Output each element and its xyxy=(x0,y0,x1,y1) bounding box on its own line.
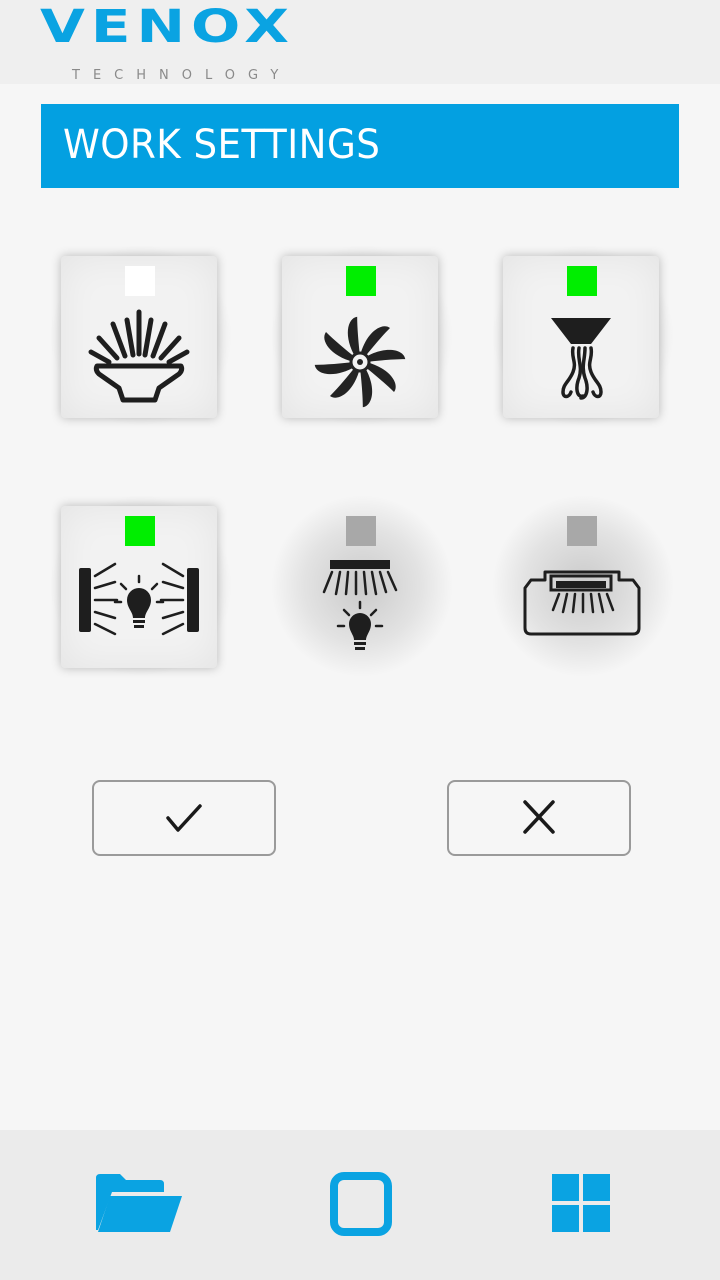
tile-side-lights[interactable] xyxy=(61,506,217,668)
header: VENOX TECHNOLOGY xyxy=(0,0,720,84)
status-indicator xyxy=(346,516,376,546)
nav-home-button[interactable] xyxy=(330,1172,392,1240)
status-indicator xyxy=(567,516,597,546)
check-icon xyxy=(166,804,202,832)
status-indicator xyxy=(125,266,155,296)
confirm-button[interactable] xyxy=(92,780,276,856)
brand-name: VENOX xyxy=(40,0,296,54)
square-icon xyxy=(330,1172,392,1236)
close-icon xyxy=(523,800,555,834)
fan-icon xyxy=(314,316,406,408)
extractor-hood-icon xyxy=(551,318,611,400)
tile-surface-light[interactable] xyxy=(61,256,217,418)
tile-wrapper xyxy=(270,244,454,428)
surface-light-icon xyxy=(88,309,190,403)
side-lights-icon xyxy=(79,562,199,636)
bottom-nav xyxy=(0,1130,720,1280)
tile-wrapper xyxy=(49,494,233,678)
tile-ceiling-light[interactable] xyxy=(282,506,438,668)
tile-wrapper xyxy=(49,244,233,428)
nav-files-button[interactable] xyxy=(94,1170,186,1240)
grid-icon xyxy=(552,1174,610,1232)
status-indicator xyxy=(346,266,376,296)
tile-bottom-light[interactable] xyxy=(503,506,659,668)
cancel-button[interactable] xyxy=(447,780,631,856)
nav-apps-button[interactable] xyxy=(550,1172,614,1240)
folder-icon xyxy=(96,1174,182,1232)
ceiling-light-icon xyxy=(322,560,398,650)
tile-wrapper xyxy=(491,494,675,678)
bottom-light-icon xyxy=(523,570,641,636)
page-title: WORK SETTINGS xyxy=(63,122,381,168)
tile-fan[interactable] xyxy=(282,256,438,418)
status-indicator xyxy=(567,266,597,296)
status-indicator xyxy=(125,516,155,546)
tile-extractor-hood[interactable] xyxy=(503,256,659,418)
title-bar: WORK SETTINGS xyxy=(41,104,679,188)
tile-wrapper xyxy=(270,494,454,678)
venox-logo: VENOX TECHNOLOGY xyxy=(40,4,340,83)
brand-tagline: TECHNOLOGY xyxy=(72,68,292,83)
tile-wrapper xyxy=(491,244,675,428)
